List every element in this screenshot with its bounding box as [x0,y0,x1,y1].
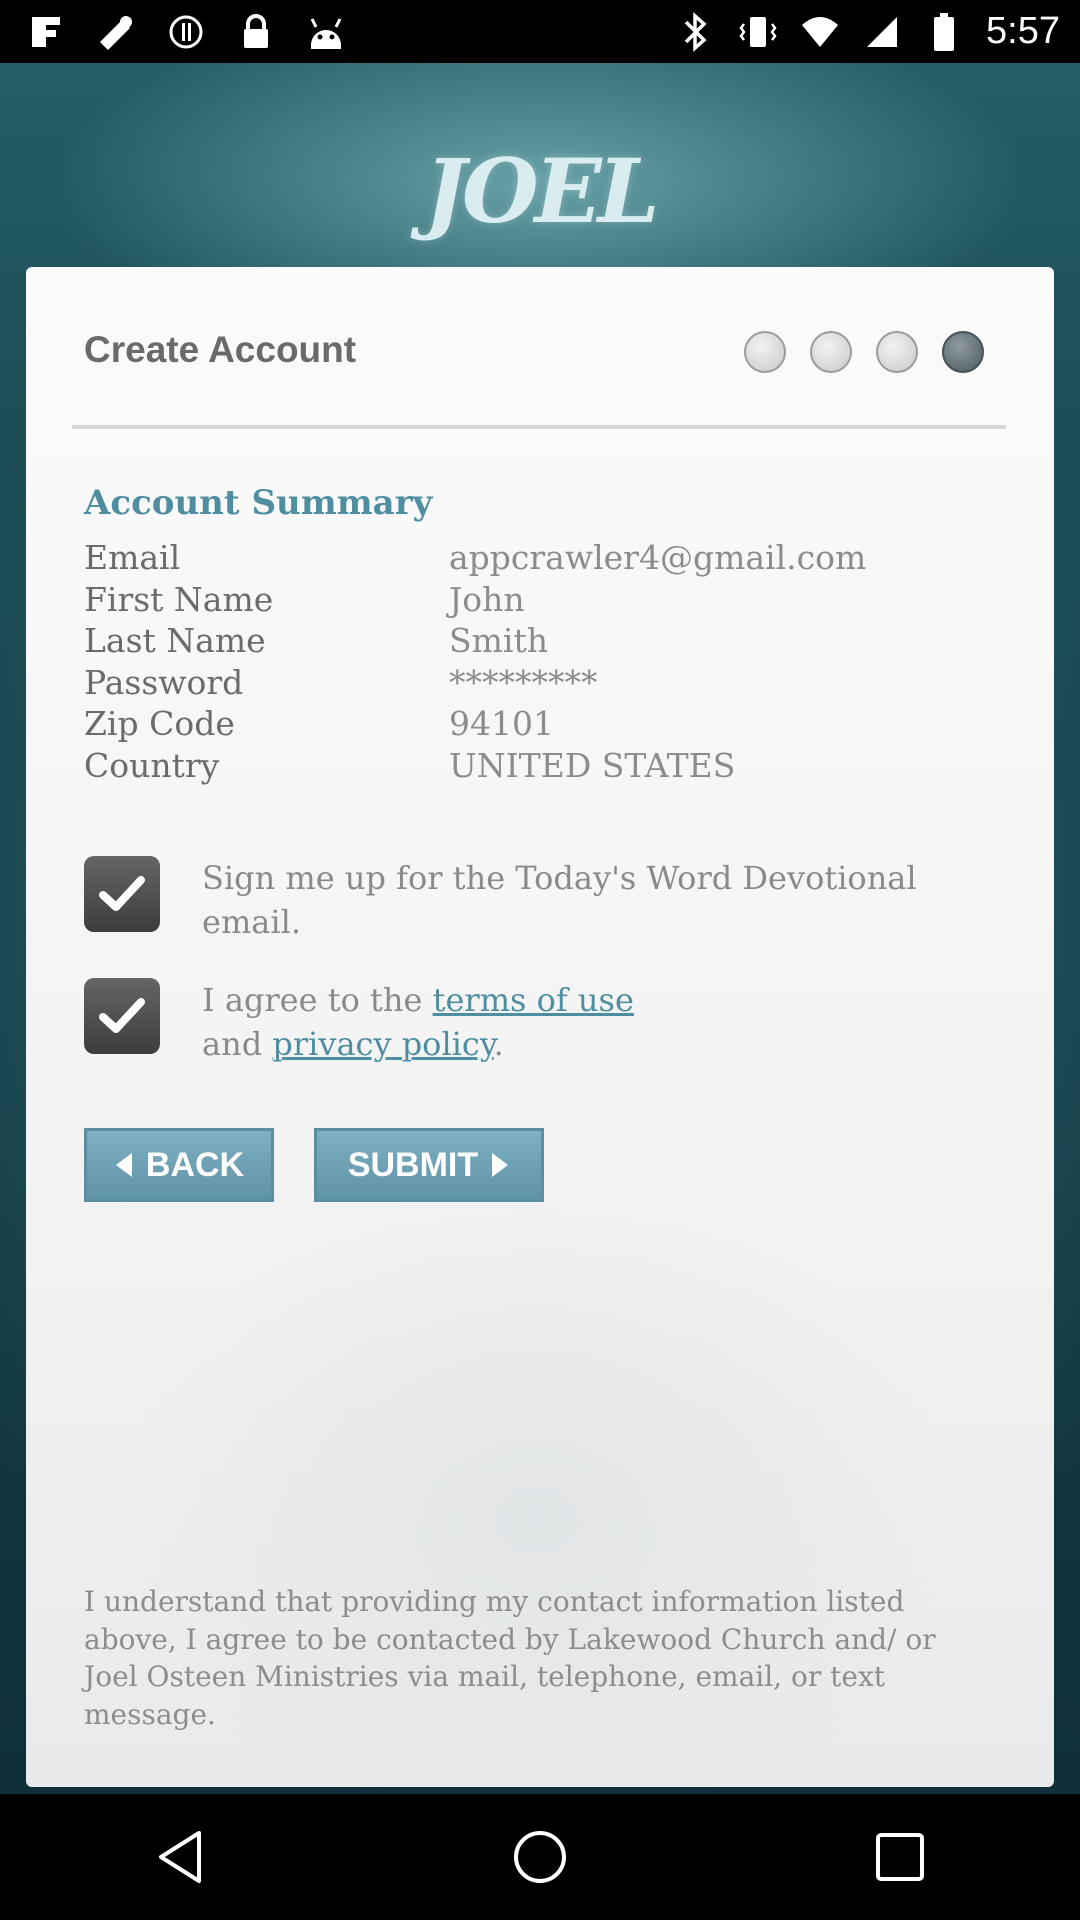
sync-icon [166,12,206,52]
account-summary-table: Email appcrawler4@gmail.com First Name J… [84,537,984,786]
home-circle-icon [514,1831,566,1883]
back-triangle-icon [159,1831,201,1883]
back-button[interactable]: BACK [84,1128,274,1202]
summary-value: John [449,579,525,619]
terms-of-use-link[interactable]: terms of use [433,981,634,1019]
summary-label: First Name [84,579,274,619]
step-dot-3 [876,331,918,373]
summary-row-zip-code: Zip Code 94101 [84,703,984,745]
divider [72,425,1006,430]
checkmark-icon [99,998,145,1033]
terms-option: I agree to the terms of use and privacy … [84,978,1002,1066]
summary-label: Last Name [84,621,266,661]
summary-value: Smith [449,621,548,661]
summary-row-last-name: Last Name Smith [84,620,984,662]
create-account-card: Create Account Account Summary Email app… [26,267,1054,1787]
checkmark-icon [99,876,145,911]
privacy-policy-link[interactable]: privacy policy [272,1025,493,1063]
terms-checkbox[interactable] [84,978,160,1054]
joel-logo: JOEL [424,139,659,243]
summary-value: UNITED STATES [449,745,736,785]
arrow-right-icon [492,1153,509,1177]
recents-square-icon [876,1833,924,1881]
submit-button-label: SUBMIT [347,1145,479,1184]
account-summary-heading: Account Summary [84,483,433,523]
summary-row-first-name: First Name John [84,579,984,621]
home-nav-button[interactable] [480,1812,600,1902]
status-bar: 5:57 [0,0,1080,63]
devotional-label: Sign me up for the Today's Word Devotion… [202,859,917,941]
summary-label: Zip Code [84,704,235,744]
summary-value: ********* [449,662,598,702]
terms-suffix: . [493,1025,504,1063]
android-icon [306,12,346,52]
summary-row-country: Country UNITED STATES [84,745,984,787]
disclaimer-text: I understand that providing my contact i… [84,1585,936,1731]
lock-icon [236,12,276,52]
terms-prefix: I agree to the [202,981,433,1019]
submit-button[interactable]: SUBMIT [314,1128,544,1202]
arrow-left-icon [115,1153,132,1177]
terms-label: I agree to the terms of use and privacy … [202,978,1002,1066]
bluetooth-icon [676,11,716,52]
app-icon-1 [26,12,66,52]
summary-label: Password [84,662,244,702]
back-button-label: BACK [145,1145,245,1184]
step-dot-1 [744,331,786,373]
step-indicator [744,331,984,373]
fake-gps-icon [96,12,136,52]
terms-middle: and [202,1025,273,1063]
summary-label: Country [84,745,220,785]
wifi-icon [800,12,840,52]
step-dot-2 [810,331,852,373]
vibrate-icon [738,12,778,52]
app-background: JOEL Create Account Account Summary Emai… [0,63,1080,1794]
devotional-checkbox[interactable] [84,856,160,932]
summary-value: 94101 [449,704,554,744]
summary-label: Email [84,538,181,578]
summary-row-password: Password ********* [84,662,984,704]
clock: 5:57 [986,10,1060,52]
summary-row-email: Email appcrawler4@gmail.com [84,537,984,579]
page-title: Create Account [84,329,357,370]
back-nav-button[interactable] [120,1812,240,1902]
battery-icon [924,12,964,52]
navigation-bar [0,1794,1080,1920]
summary-value: appcrawler4@gmail.com [449,538,867,578]
signal-icon [862,12,902,52]
devotional-option: Sign me up for the Today's Word Devotion… [84,856,1002,944]
step-dot-4 [942,331,984,373]
recents-nav-button[interactable] [840,1812,960,1902]
